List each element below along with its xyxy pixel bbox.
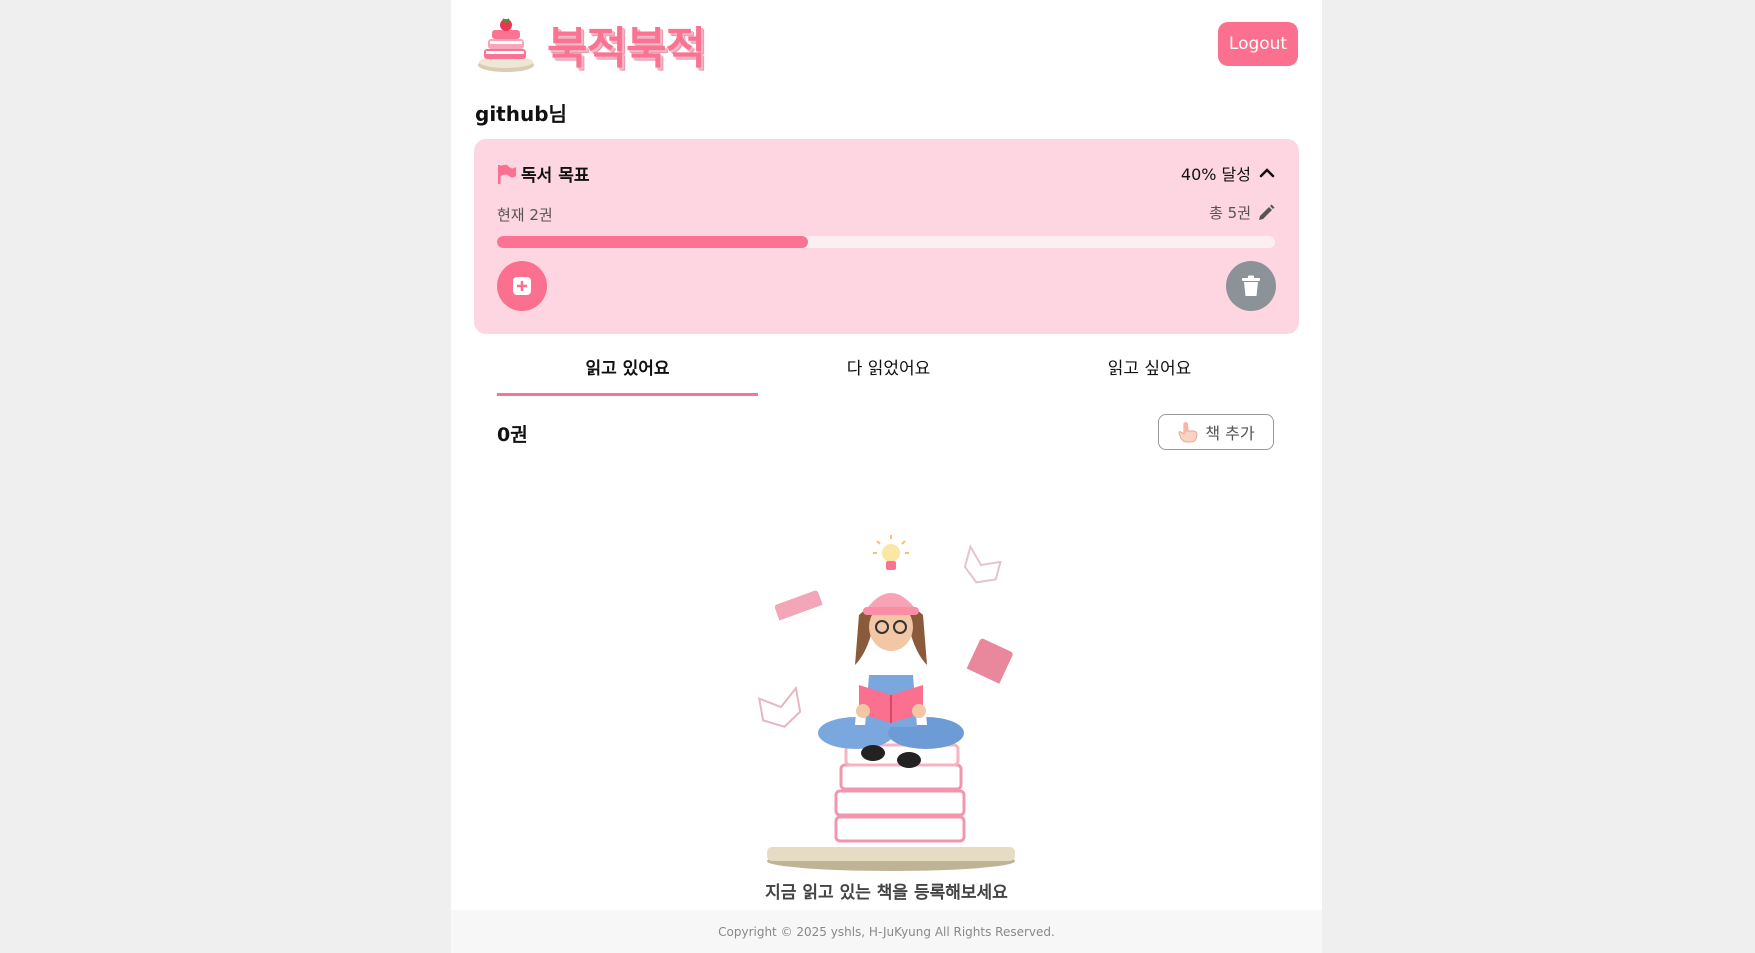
add-goal-button[interactable] <box>497 261 547 311</box>
book-status-tabs: 읽고 있어요 다 읽었어요 읽고 싶어요 <box>497 348 1280 396</box>
user-greeting: github님 <box>475 102 567 126</box>
goal-status-label: 40% 달성 <box>1180 165 1251 184</box>
goal-progress-bar <box>497 236 1275 248</box>
app-container: 북적북적 Logout github님 독서 목표 40% 달성 현재 2권 총… <box>451 0 1322 953</box>
reading-goal-card: 독서 목표 40% 달성 현재 2권 총 5권 <box>474 139 1299 334</box>
goal-title: 독서 목표 <box>497 161 589 186</box>
empty-state-message: 지금 읽고 있는 책을 등록해보세요 <box>765 883 1008 903</box>
cake-books-logo-icon <box>478 18 534 72</box>
tab-finished[interactable]: 다 읽었어요 <box>758 348 1019 396</box>
pencil-icon[interactable] <box>1257 204 1275 222</box>
copyright-text: Copyright © 2025 yshls, H-JuKyung All Ri… <box>718 925 1055 939</box>
chevron-up-icon[interactable] <box>1259 167 1275 179</box>
goal-progress-fill <box>497 236 809 248</box>
goal-total-label: 총 5권 <box>1209 204 1251 222</box>
logout-button[interactable]: Logout <box>1218 22 1298 66</box>
book-count: 0권 <box>497 424 528 446</box>
pointing-hand-icon <box>1178 422 1198 443</box>
tab-wishlist[interactable]: 읽고 싶어요 <box>1019 348 1280 396</box>
logo-text: 북적북적 <box>547 23 706 74</box>
trash-icon <box>1242 275 1260 296</box>
add-book-button[interactable]: 책 추가 <box>1158 414 1274 450</box>
goal-current-count: 현재 2권 <box>497 206 553 224</box>
goal-status[interactable]: 40% 달성 <box>1181 161 1275 185</box>
tab-reading[interactable]: 읽고 있어요 <box>497 348 758 396</box>
plus-square-icon <box>513 277 531 295</box>
logo[interactable]: 북적북적 <box>475 12 706 76</box>
delete-goal-button[interactable] <box>1226 261 1276 311</box>
girl-reading-illustration <box>757 535 1015 871</box>
flag-icon <box>498 164 516 184</box>
header: 북적북적 Logout <box>475 14 1298 74</box>
goal-total: 총 5권 <box>1209 202 1275 223</box>
goal-title-label: 독서 목표 <box>521 166 590 186</box>
add-book-label: 책 추가 <box>1205 424 1255 443</box>
footer: Copyright © 2025 yshls, H-JuKyung All Ri… <box>451 910 1322 953</box>
